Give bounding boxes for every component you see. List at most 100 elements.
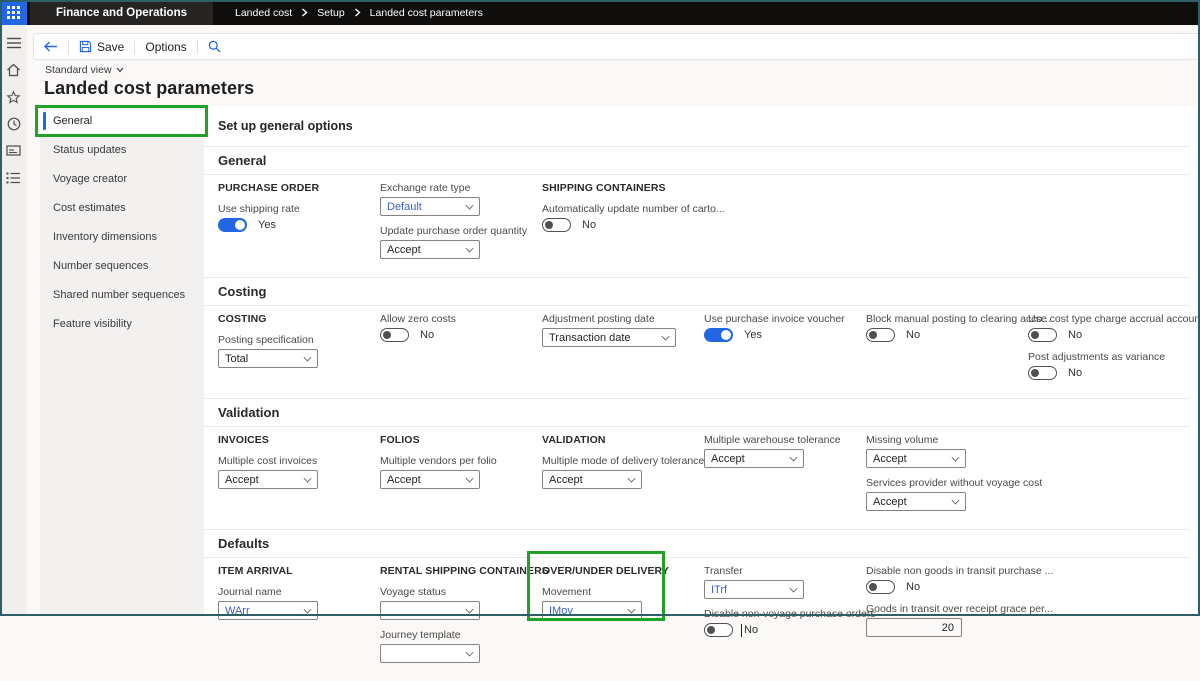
toggle-disable-non-goods-in-transit-purchase[interactable] xyxy=(866,580,895,594)
save-button[interactable]: Save xyxy=(69,34,134,59)
nav-item-voyage-creator[interactable]: Voyage creator xyxy=(40,164,204,193)
monitor-icon[interactable] xyxy=(6,143,22,159)
nav-item-inventory-dimensions[interactable]: Inventory dimensions xyxy=(40,222,204,251)
chevron-down-icon xyxy=(466,605,474,613)
chevron-down-icon xyxy=(628,605,636,613)
field-label: Exchange rate type xyxy=(380,182,532,194)
select-exchange-rate-type[interactable]: Default xyxy=(380,197,480,216)
toggle-use-purchase-invoice-voucher[interactable] xyxy=(704,328,733,342)
field-disable-non-goods-in-transit-purchase: Disable non goods in transit purchase ..… xyxy=(866,565,1018,594)
chevron-down-icon xyxy=(466,201,474,209)
field-column: COSTING Posting specification Total xyxy=(218,313,370,389)
home-icon[interactable] xyxy=(6,62,22,78)
field-label: Posting specification xyxy=(218,334,370,346)
toggle-post-adjustments-as-variance[interactable] xyxy=(1028,366,1057,380)
section-costing: CostingCOSTINGPosting specificationTotal… xyxy=(204,277,1190,398)
options-label: Options xyxy=(145,40,186,54)
chevron-down-icon xyxy=(116,67,124,73)
nav-item-shared-number-sequences[interactable]: Shared number sequences xyxy=(40,280,204,309)
toggle-disable-non-voyage-purchase-orders[interactable] xyxy=(704,623,733,637)
chevron-down-icon xyxy=(952,496,960,504)
nav-item-label: Shared number sequences xyxy=(53,289,185,301)
select-missing-volume[interactable]: Accept xyxy=(866,449,966,468)
select-value: Accept xyxy=(873,453,907,465)
modules-list-icon[interactable] xyxy=(6,170,22,186)
chevron-down-icon xyxy=(304,605,312,613)
field-automatically-update-number-of-carto: Automatically update number of carto... N… xyxy=(542,203,694,232)
select-update-purchase-order-quantity[interactable]: Accept xyxy=(380,240,480,259)
field-label: Disable non-voyage purchase orders xyxy=(704,608,856,620)
hamburger-menu-icon[interactable] xyxy=(6,35,22,51)
toggle-row: No xyxy=(1028,366,1180,380)
toggle-automatically-update-number-of-carto[interactable] xyxy=(542,218,571,232)
field-post-adjustments-as-variance: Post adjustments as varianceNo xyxy=(1028,351,1180,380)
nav-item-cost-estimates[interactable]: Cost estimates xyxy=(40,193,204,222)
field-label: Automatically update number of carto... xyxy=(542,203,694,215)
app-name[interactable]: Finance and Operations xyxy=(30,0,213,25)
field-use-purchase-invoice-voucher: Use purchase invoice voucherYes xyxy=(704,313,856,342)
left-icon-rail xyxy=(0,25,27,616)
select-value: Total xyxy=(225,353,248,365)
select-multiple-mode-of-delivery-tolerance[interactable]: Accept xyxy=(542,470,642,489)
select-multiple-vendors-per-folio[interactable]: Accept xyxy=(380,470,480,489)
select-journal-name[interactable]: WArr xyxy=(218,601,318,620)
app-launcher-button[interactable] xyxy=(0,0,27,25)
select-adjustment-posting-date[interactable]: Transaction date xyxy=(542,328,676,347)
field-column: SHIPPING CONTAINERSAutomatically update … xyxy=(542,182,694,268)
breadcrumb-item[interactable]: Landed cost xyxy=(235,7,292,19)
select-voyage-status[interactable] xyxy=(380,601,480,620)
toggle-row: No xyxy=(704,623,856,637)
select-movement[interactable]: IMov xyxy=(542,601,642,620)
toggle-knob xyxy=(869,331,877,339)
select-value: WArr xyxy=(225,605,250,617)
toggle-state-label: No xyxy=(582,219,596,231)
input-goods-in-transit-over-receipt-grace-per[interactable]: 20 xyxy=(866,618,962,637)
toggle-state-label: No xyxy=(1068,367,1082,379)
select-journey-template[interactable] xyxy=(380,644,480,663)
select-posting-specification[interactable]: Total xyxy=(218,349,318,368)
section-validation: ValidationINVOICESMultiple cost invoices… xyxy=(204,398,1190,529)
field-allow-zero-costs: Allow zero costsNo xyxy=(380,313,532,342)
sections: GeneralPURCHASE ORDERUse shipping rateYe… xyxy=(204,146,1190,681)
toggle-row: Yes xyxy=(704,328,856,342)
toggle-block-manual-posting-to-clearing-acco[interactable] xyxy=(866,328,895,342)
field-group-header: RENTAL SHIPPING CONTAINERS xyxy=(380,565,532,577)
select-value: Accept xyxy=(225,474,259,486)
field-column: OVER/UNDER DELIVERYMovementIMov xyxy=(542,565,694,672)
options-button[interactable]: Options xyxy=(135,34,196,59)
breadcrumb-item[interactable]: Setup xyxy=(317,7,344,19)
toggle-state-label: Yes xyxy=(258,219,276,231)
clock-icon[interactable] xyxy=(6,116,22,132)
breadcrumb-item[interactable]: Landed cost parameters xyxy=(370,7,483,19)
section-general: GeneralPURCHASE ORDERUse shipping rateYe… xyxy=(204,146,1190,277)
field-journal-name: Journal name WArr xyxy=(218,586,370,620)
select-multiple-warehouse-tolerance[interactable]: Accept xyxy=(704,449,804,468)
view-selector[interactable]: Standard view xyxy=(45,64,124,76)
field-voyage-status: Voyage status xyxy=(380,586,532,620)
waffle-icon xyxy=(7,6,20,19)
chevron-down-icon xyxy=(790,453,798,461)
back-arrow-icon xyxy=(44,41,58,52)
back-button[interactable] xyxy=(34,34,68,59)
text-cursor xyxy=(741,624,742,637)
nav-item-feature-visibility[interactable]: Feature visibility xyxy=(40,309,204,338)
select-multiple-cost-invoices[interactable]: Accept xyxy=(218,470,318,489)
field-column xyxy=(866,182,1018,268)
toggle-use-cost-type-charge-accrual-account[interactable] xyxy=(1028,328,1057,342)
field-group-header: FOLIOS xyxy=(380,434,532,446)
select-value: Accept xyxy=(873,496,907,508)
nav-item-general[interactable]: General xyxy=(40,107,204,135)
field-label: Journal name xyxy=(218,586,370,598)
star-icon[interactable] xyxy=(6,89,22,105)
toggle-allow-zero-costs[interactable] xyxy=(380,328,409,342)
search-button[interactable] xyxy=(198,34,231,59)
nav-item-number-sequences[interactable]: Number sequences xyxy=(40,251,204,280)
nav-item-status-updates[interactable]: Status updates xyxy=(40,135,204,164)
nav-item-label: Feature visibility xyxy=(53,318,132,330)
chevron-right-icon xyxy=(301,8,308,17)
field-label: Use cost type charge accrual account xyxy=(1028,313,1180,325)
toggle-use-shipping-rate[interactable] xyxy=(218,218,247,232)
select-services-provider-without-voyage-cost[interactable]: Accept xyxy=(866,492,966,511)
select-transfer[interactable]: ITrf xyxy=(704,580,804,599)
field-group-header: COSTING xyxy=(218,313,370,325)
